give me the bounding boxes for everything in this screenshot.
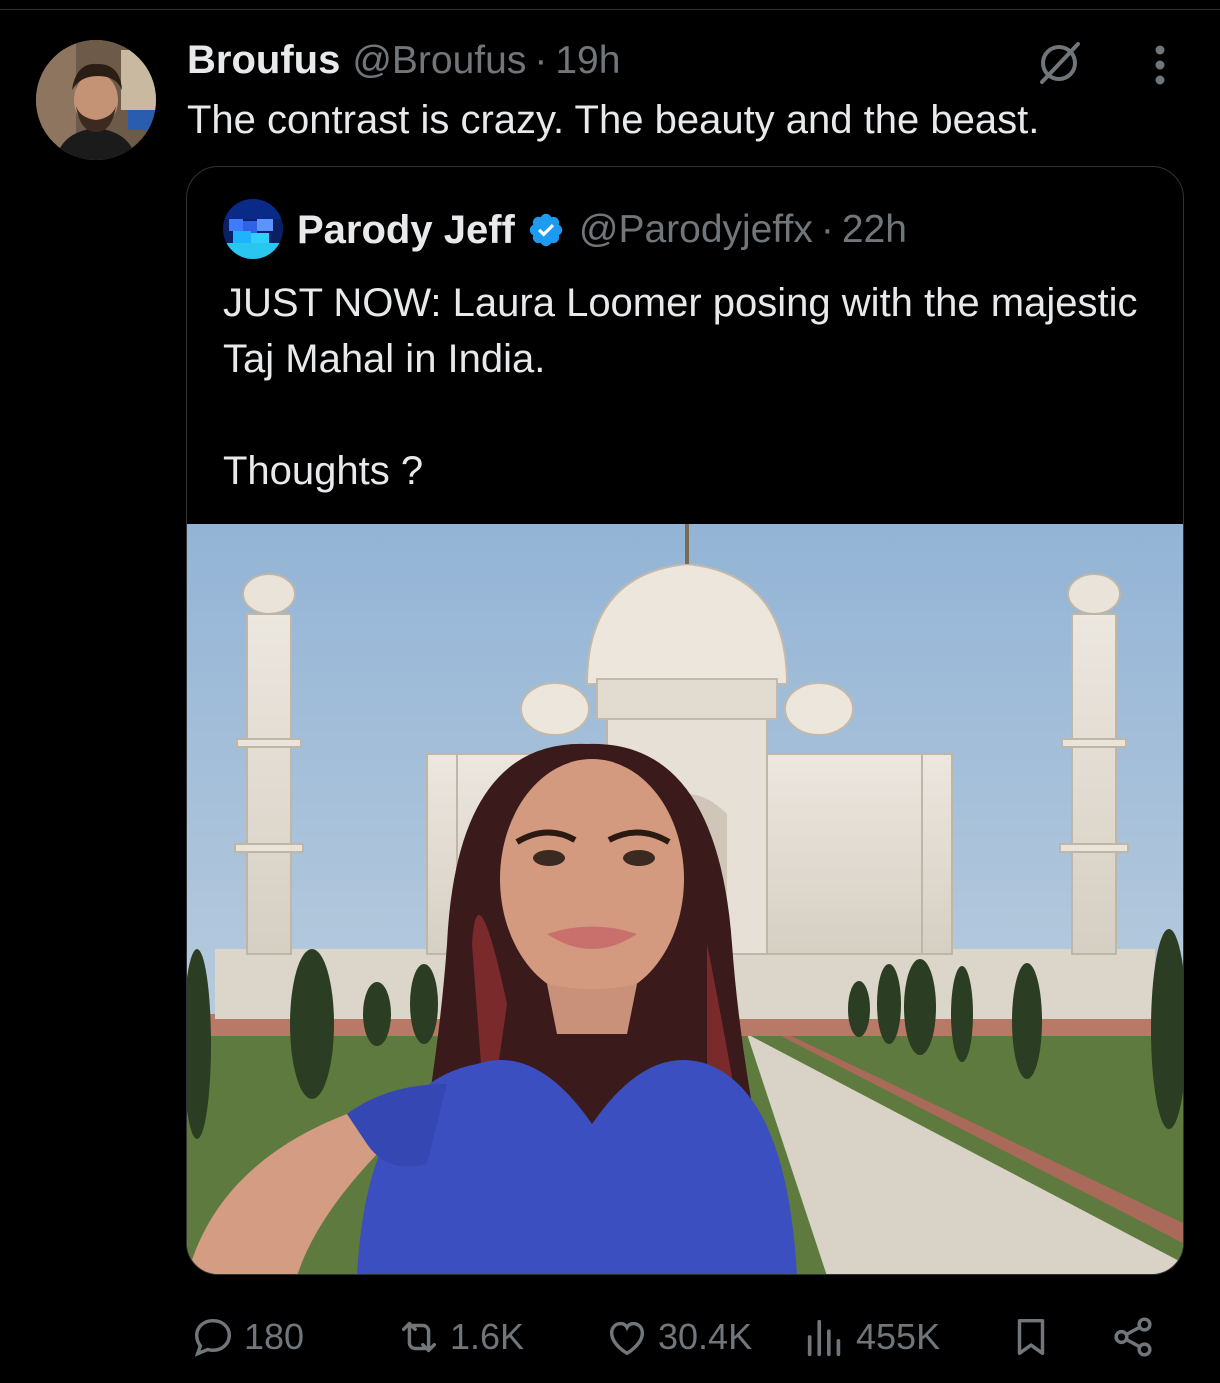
views-count: 455K: [856, 1316, 941, 1357]
tweet-timestamp[interactable]: 19h: [555, 39, 620, 83]
tweet[interactable]: Broufus @Broufus · 19h The contrast is c…: [0, 0, 1220, 1383]
reply-count: 180: [244, 1316, 305, 1357]
author-avatar[interactable]: [36, 40, 156, 160]
views-icon: [807, 1319, 841, 1357]
more-icon[interactable]: [1140, 42, 1180, 88]
bookmark-icon: [1017, 1318, 1045, 1356]
reply-icon: [194, 1318, 232, 1357]
heart-icon: [609, 1321, 645, 1356]
reply-button[interactable]: 180: [190, 1312, 304, 1362]
quoted-media-photo[interactable]: [187, 524, 1183, 1274]
author-display-name[interactable]: Broufus: [187, 38, 340, 83]
quoted-author-avatar[interactable]: [223, 199, 283, 259]
quoted-separator: ·: [820, 208, 834, 251]
verified-badge-icon: [529, 213, 563, 247]
author-handle[interactable]: @Broufus: [352, 39, 526, 83]
like-button[interactable]: 30.4K: [604, 1312, 752, 1362]
bookmark-button[interactable]: [1008, 1312, 1054, 1362]
action-bar: 180 1.6K 30.4K 455K: [0, 1302, 1220, 1372]
quoted-text: JUST NOW: Laura Loomer posing with the m…: [223, 281, 1138, 493]
repost-count: 1.6K: [450, 1316, 525, 1357]
share-button[interactable]: [1110, 1312, 1156, 1362]
views-button[interactable]: 455K: [802, 1312, 940, 1362]
quoted-header: Parody Jeff @Parodyjeffx · 22h: [297, 205, 907, 255]
share-icon: [1114, 1317, 1152, 1357]
tweet-header: Broufus @Broufus · 19h: [187, 38, 620, 86]
grok-icon[interactable]: [1034, 38, 1084, 88]
quoted-tweet[interactable]: Parody Jeff @Parodyjeffx · 22h JUST NOW:…: [186, 166, 1184, 1275]
repost-button[interactable]: 1.6K: [396, 1312, 524, 1362]
quoted-display-name[interactable]: Parody Jeff: [297, 208, 515, 253]
tweet-text: The contrast is crazy. The beauty and th…: [187, 98, 1040, 142]
quoted-timestamp[interactable]: 22h: [842, 208, 907, 252]
header-separator: ·: [534, 39, 548, 82]
repost-icon: [401, 1321, 437, 1353]
quoted-handle[interactable]: @Parodyjeffx: [579, 208, 813, 252]
like-count: 30.4K: [658, 1316, 753, 1357]
